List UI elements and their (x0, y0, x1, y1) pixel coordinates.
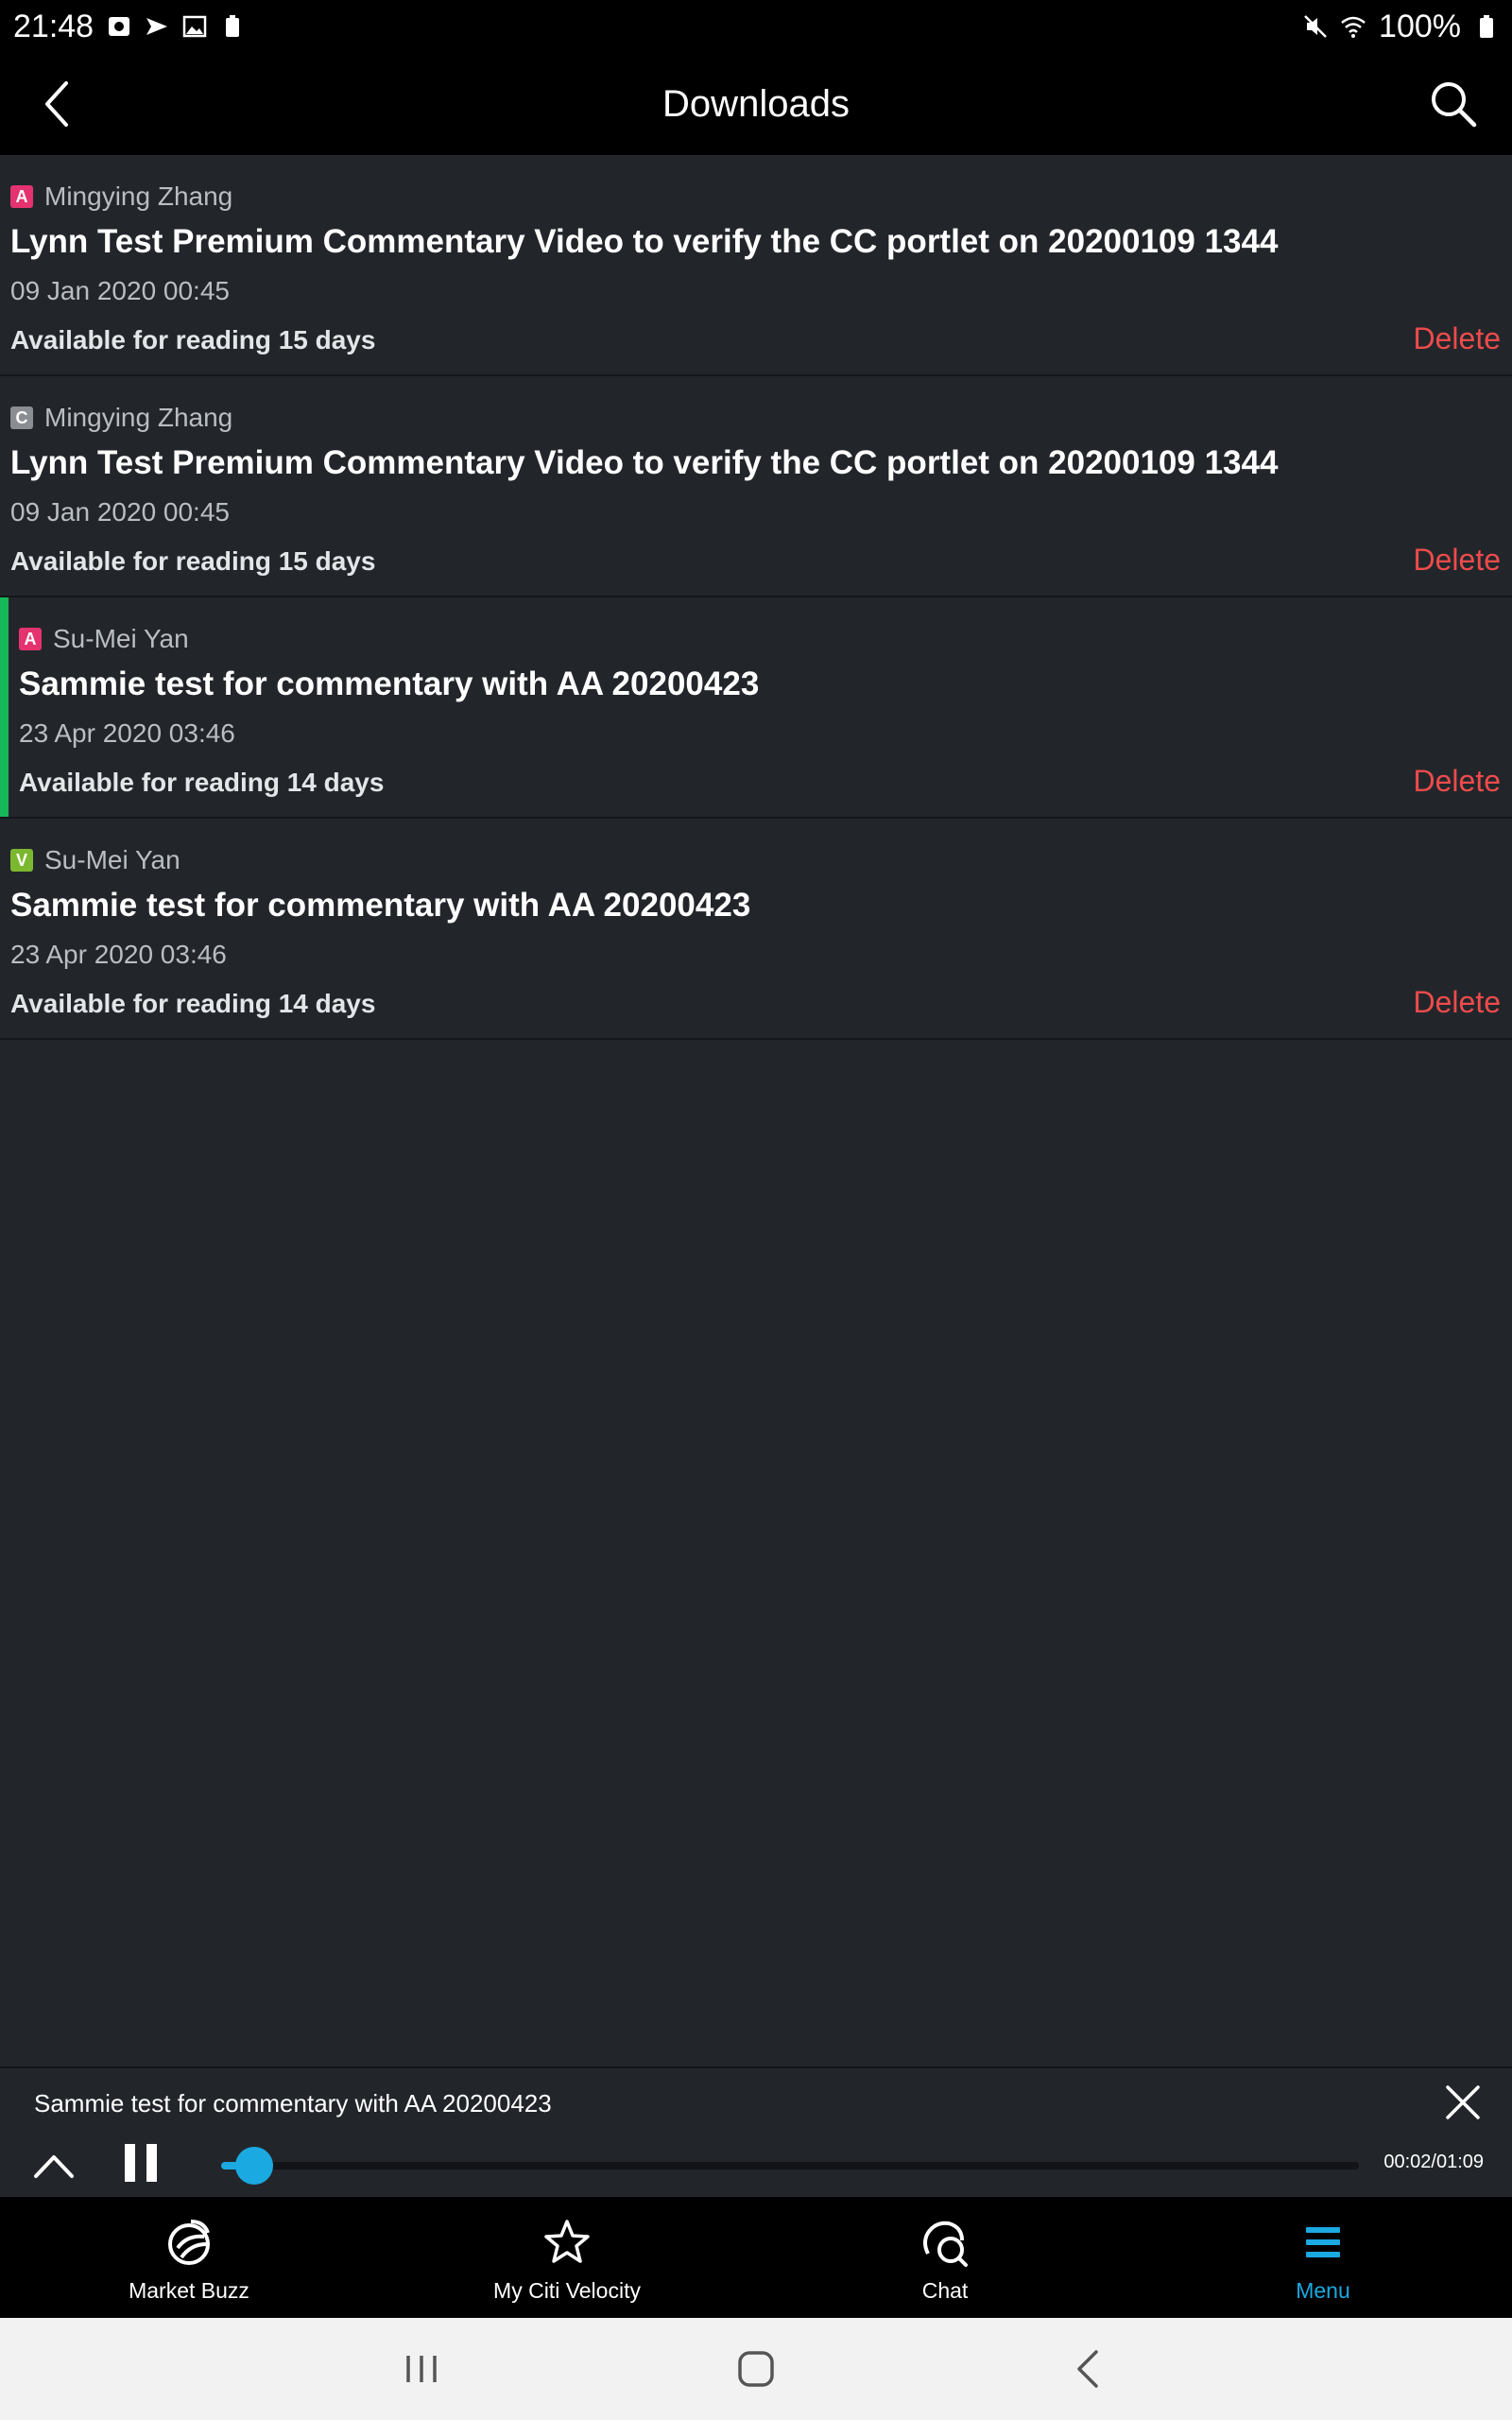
author-row: V Su-Mei Yan (10, 845, 180, 875)
availability-text: Available for reading 15 days (10, 546, 376, 576)
author-name: Mingying Zhang (44, 403, 233, 432)
status-bar-right: 100% (1303, 9, 1499, 45)
tab-label: Menu (1296, 2278, 1350, 2303)
item-date: 23 Apr 2020 03:46 (19, 718, 235, 748)
list-item[interactable]: A Mingying Zhang Lynn Test Premium Comme… (0, 155, 1512, 376)
menu-icon (1306, 2227, 1340, 2257)
content-type-badge: C (10, 406, 33, 429)
recents-icon[interactable] (397, 2344, 446, 2394)
star-icon (544, 2220, 590, 2263)
progress-handle[interactable] (234, 2147, 273, 2185)
active-indicator (0, 597, 9, 817)
availability-text: Available for reading 15 days (10, 325, 376, 354)
wifi-icon (1341, 16, 1366, 38)
author-name: Su-Mei Yan (53, 624, 189, 653)
downloads-list: A Mingying Zhang Lynn Test Premium Comme… (0, 155, 1512, 1040)
search-icon[interactable] (1423, 74, 1484, 134)
item-title[interactable]: Sammie test for commentary with AA 20200… (19, 666, 759, 703)
author-row: A Su-Mei Yan (19, 624, 189, 654)
tab-label: Chat (921, 2278, 969, 2303)
item-date: 09 Jan 2020 00:45 (10, 276, 230, 305)
author-name: Su-Mei Yan (44, 845, 180, 874)
back-icon[interactable] (1064, 2344, 1113, 2394)
mute-icon (1304, 15, 1327, 38)
item-title[interactable]: Lynn Test Premium Commentary Video to ve… (10, 444, 1278, 482)
tab-chat[interactable]: Chat (756, 2197, 1134, 2318)
item-title[interactable]: Lynn Test Premium Commentary Video to ve… (10, 223, 1278, 261)
availability-text: Available for reading 14 days (10, 989, 376, 1018)
item-date: 09 Jan 2020 00:45 (10, 497, 230, 527)
list-item[interactable]: V Su-Mei Yan Sammie test for commentary … (0, 819, 1512, 1040)
close-icon[interactable] (1442, 2082, 1484, 2123)
status-time: 21:48 (13, 8, 94, 44)
tab-label: My Citi Velocity (493, 2278, 641, 2303)
item-title[interactable]: Sammie test for commentary with AA 20200… (10, 887, 750, 925)
player-title: Sammie test for commentary with AA 20200… (34, 2089, 552, 2118)
system-nav-bar (0, 2318, 1512, 2420)
home-icon[interactable] (731, 2344, 781, 2394)
battery-percent: 100% (1379, 8, 1461, 44)
market-buzz-icon (168, 2220, 210, 2265)
author-row: A Mingying Zhang (10, 182, 232, 212)
availability-text: Available for reading 14 days (19, 768, 385, 797)
pause-icon[interactable] (123, 2142, 159, 2184)
playback-time: 00:02/01:09 (1383, 2152, 1484, 2172)
tab-label: Market Buzz (129, 2278, 249, 2303)
author-row: C Mingying Zhang (10, 403, 232, 433)
status-bar-left: 21:48 (13, 9, 245, 45)
navigation-arrow-icon (146, 18, 168, 35)
content-type-badge: V (10, 849, 33, 872)
battery-icon (1480, 15, 1493, 38)
delete-button[interactable]: Delete (1414, 321, 1502, 356)
progress-slider[interactable] (221, 2147, 1359, 2185)
chevron-up-icon[interactable] (32, 2148, 76, 2182)
image-icon (182, 15, 207, 38)
status-bar: 21:48 100% (0, 0, 1512, 53)
chat-icon (923, 2221, 968, 2267)
item-date: 23 Apr 2020 03:46 (10, 940, 227, 969)
list-item[interactable]: C Mingying Zhang Lynn Test Premium Comme… (0, 376, 1512, 597)
list-item[interactable]: A Su-Mei Yan Sammie test for commentary … (0, 597, 1512, 819)
tab-menu[interactable]: Menu (1134, 2197, 1512, 2318)
content-type-badge: A (10, 185, 33, 208)
bottom-tab-bar: Market Buzz My Citi Velocity Chat Menu (0, 2197, 1512, 2318)
battery-saver-icon (226, 15, 240, 37)
author-name: Mingying Zhang (44, 182, 233, 211)
tab-market-buzz[interactable]: Market Buzz (0, 2197, 378, 2318)
delete-button[interactable]: Delete (1414, 543, 1502, 578)
screen-record-icon (109, 17, 130, 36)
delete-button[interactable]: Delete (1414, 764, 1502, 799)
delete-button[interactable]: Delete (1414, 985, 1502, 1020)
tab-my-citi-velocity[interactable]: My Citi Velocity (378, 2197, 756, 2318)
app-bar: Downloads (0, 53, 1512, 155)
content-type-badge: A (19, 628, 42, 650)
page-title: Downloads (662, 83, 850, 125)
audio-player: Sammie test for commentary with AA 20200… (0, 2066, 1512, 2197)
